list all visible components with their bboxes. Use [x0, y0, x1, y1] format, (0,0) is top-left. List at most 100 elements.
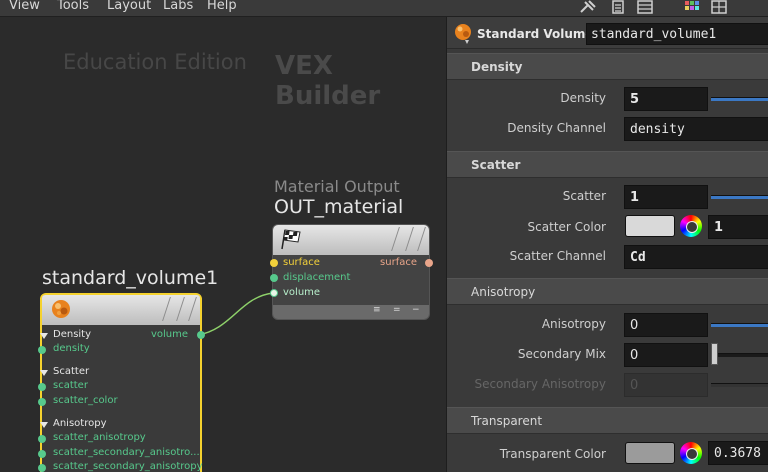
scatter-section-header[interactable]: Scatter: [447, 151, 768, 178]
output-node[interactable]: surface displacement volume surface ≡ = …: [270, 224, 433, 320]
secondary-anisotropy-label: Secondary Anisotropy: [474, 377, 606, 391]
density-section-title: Density: [471, 60, 523, 74]
volume-input-label: volume: [283, 287, 321, 298]
density-channel-field[interactable]: density: [624, 117, 768, 141]
menu-view[interactable]: View: [9, 0, 40, 13]
transparent-section-title: Transparent: [471, 414, 543, 428]
scatter-group-toggle[interactable]: [40, 370, 48, 376]
houdini-window: View Tools Layout Labs Help Education Ed…: [0, 0, 768, 472]
scatter-anisotropy-input-dot[interactable]: [38, 435, 46, 443]
scatter-secondary-anisotropy-mix-input-label: scatter_secondary_anisotro...: [53, 447, 200, 458]
anisotropy-group-label: Anisotropy: [53, 418, 107, 429]
pane-toolbar: [446, 0, 768, 17]
anisotropy-section-header[interactable]: Anisotropy: [447, 278, 768, 305]
parameter-panel: Standard Volume standard_volume1 Density…: [446, 17, 768, 472]
menu-help[interactable]: Help: [207, 0, 237, 13]
menu-tools[interactable]: Tools: [57, 0, 89, 13]
volume-output-dot[interactable]: [197, 331, 205, 339]
scatter-color-wheel-icon[interactable]: [680, 215, 702, 237]
surface-output-label: surface: [380, 257, 417, 268]
footer-bars-icon[interactable]: ≡: [373, 305, 381, 315]
density-label: Density: [560, 91, 606, 105]
secondary-mix-slider[interactable]: [711, 353, 768, 357]
output-node-name: OUT_material: [274, 196, 404, 218]
transparent-color-swatch[interactable]: [625, 442, 675, 464]
density-group-label: Density: [53, 329, 92, 340]
transparent-color-label: Transparent Color: [499, 447, 606, 461]
parameter-header: Standard Volume standard_volume1: [447, 17, 768, 49]
displacement-input-dot[interactable]: [270, 274, 278, 282]
density-slider-fill: [711, 98, 768, 101]
secondary-anisotropy-slider: [711, 383, 768, 387]
scatter-input-dot[interactable]: [38, 383, 46, 391]
output-node-header: [273, 225, 429, 255]
output-node-footer: ≡ = −: [273, 305, 429, 319]
scatter-anisotropy-input-label: scatter_anisotropy: [53, 432, 146, 443]
volume-node[interactable]: volume Density density Scatter scatter s…: [38, 293, 205, 472]
anisotropy-label: Anisotropy: [541, 317, 606, 331]
surface-input-dot[interactable]: [270, 259, 278, 267]
scatter-channel-label: Scatter Channel: [509, 249, 606, 263]
scatter-secondary-anisotropy-input-label: scatter_secondary_anisotropy: [53, 461, 203, 472]
density-section-header[interactable]: Density: [447, 53, 768, 80]
transparent-section-header[interactable]: Transparent: [447, 407, 768, 434]
scatter-field[interactable]: 1: [624, 185, 708, 209]
volume-node-header: [42, 295, 200, 325]
volume-node-stripes: [160, 297, 197, 321]
output-node-stripes: [389, 227, 426, 251]
density-field[interactable]: 5: [624, 87, 708, 111]
menu-labs[interactable]: Labs: [163, 0, 193, 13]
scatter-channel-field[interactable]: Cd: [624, 245, 768, 269]
transparent-color-field[interactable]: 0.3678: [708, 441, 768, 465]
scatter-color-input-dot[interactable]: [38, 398, 46, 406]
color-palette-icon[interactable]: [684, 0, 700, 14]
footer-equals-icon[interactable]: =: [393, 305, 401, 315]
anisotropy-slider[interactable]: [711, 323, 768, 327]
node-name-field[interactable]: standard_volume1: [586, 23, 768, 45]
scatter-color-field[interactable]: 1: [708, 215, 768, 239]
secondary-mix-slider-handle[interactable]: [711, 343, 718, 365]
volume-output-label: volume: [150, 329, 188, 340]
scatter-slider[interactable]: [711, 195, 768, 199]
grid-icon[interactable]: [637, 0, 653, 14]
scatter-color-label: Scatter Color: [527, 220, 606, 234]
transparent-color-wheel-icon[interactable]: [680, 442, 702, 464]
anisotropy-slider-fill: [711, 324, 768, 327]
volume-shader-icon: [455, 24, 471, 44]
anisotropy-section-title: Anisotropy: [471, 285, 536, 299]
checkered-flag-icon: [281, 229, 301, 250]
node-type-label: Standard Volume: [477, 27, 594, 41]
menu-bar: View Tools Layout Labs Help: [0, 0, 446, 17]
anisotropy-field[interactable]: 0: [624, 313, 708, 337]
secondary-mix-field[interactable]: 0: [624, 343, 708, 367]
menu-layout[interactable]: Layout: [107, 0, 151, 13]
surface-output-dot[interactable]: [425, 259, 433, 267]
footer-dash-icon[interactable]: −: [412, 305, 420, 315]
scatter-secondary-anisotropy-input-dot[interactable]: [38, 464, 46, 472]
scatter-color-input-label: scatter_color: [53, 395, 118, 406]
scatter-slider-fill: [711, 196, 768, 199]
pin-icon[interactable]: [579, 0, 597, 14]
density-group-toggle[interactable]: [40, 333, 48, 339]
scatter-label: Scatter: [562, 189, 606, 203]
volume-shader-icon: [52, 300, 70, 318]
secondary-mix-label: Secondary Mix: [517, 347, 606, 361]
list-icon[interactable]: [612, 0, 624, 14]
scatter-secondary-anisotropy-mix-input-dot[interactable]: [38, 450, 46, 458]
scatter-input-label: scatter: [53, 380, 88, 391]
density-input-label: density: [53, 343, 90, 354]
scatter-group-label: Scatter: [53, 366, 90, 377]
output-node-subtitle: Material Output: [274, 177, 400, 196]
density-channel-label: Density Channel: [507, 121, 606, 135]
scatter-section-title: Scatter: [471, 158, 521, 172]
volume-input-dot[interactable]: [270, 289, 278, 297]
density-input-dot[interactable]: [38, 346, 46, 354]
anisotropy-group-toggle[interactable]: [40, 422, 48, 428]
surface-input-label: surface: [283, 257, 320, 268]
density-slider[interactable]: [711, 97, 768, 101]
layout-icon[interactable]: [711, 0, 727, 14]
scatter-color-swatch[interactable]: [625, 215, 675, 237]
network-editor[interactable]: Education Edition VEX Builder Material O…: [0, 17, 446, 472]
secondary-anisotropy-field: 0: [624, 373, 708, 397]
volume-node-name: standard_volume1: [42, 267, 219, 289]
